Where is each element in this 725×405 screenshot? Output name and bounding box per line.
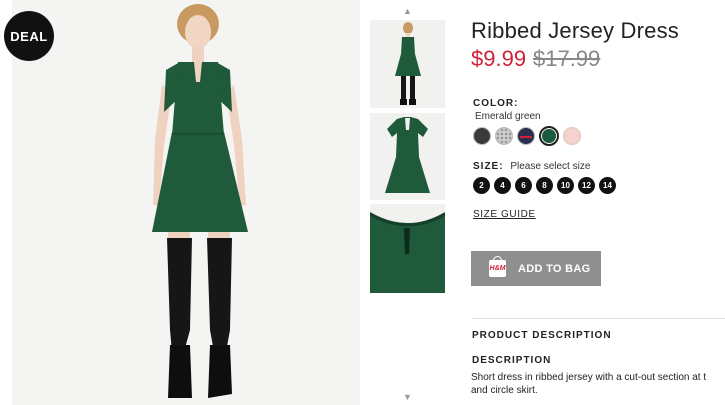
size-guide-link[interactable]: SIZE GUIDE (473, 209, 536, 220)
chevron-down-icon[interactable]: ▼ (369, 392, 446, 402)
thumbnail-model-image (395, 22, 421, 105)
thumbnail-flat-dress-image (385, 117, 430, 193)
size-option-14[interactable]: 14 (599, 177, 616, 194)
color-swatches (473, 126, 581, 147)
thumbnail-detail[interactable] (370, 204, 445, 293)
deal-badge: DEAL (4, 11, 54, 61)
size-label: SIZE: (473, 161, 504, 172)
thumbnail-model[interactable] (370, 20, 445, 108)
shopping-bag-icon: H&M (489, 256, 506, 277)
size-option-6[interactable]: 6 (515, 177, 532, 194)
thumbnail-strip: ▲ ▼ (369, 0, 446, 405)
add-to-bag-button[interactable]: H&M ADD TO BAG (471, 251, 601, 286)
swatch-light-pink[interactable] (563, 127, 581, 145)
size-option-12[interactable]: 12 (578, 177, 595, 194)
section-divider (471, 318, 725, 319)
selected-color-name: Emerald green (475, 111, 541, 122)
size-row: SIZE: Please select size (473, 161, 590, 172)
product-info-panel: Ribbed Jersey Dress $9.99 $17.99 COLOR: … (471, 0, 725, 405)
add-to-bag-label: ADD TO BAG (518, 262, 591, 275)
size-option-4[interactable]: 4 (494, 177, 511, 194)
swatch-dark-grey[interactable] (473, 127, 491, 145)
description-text: Short dress in ribbed jersey with a cut-… (471, 371, 725, 397)
bag-icon-logo: H&M (489, 265, 506, 272)
size-option-8[interactable]: 8 (536, 177, 553, 194)
size-option-2[interactable]: 2 (473, 177, 490, 194)
color-label: COLOR: (473, 98, 519, 109)
product-main-image[interactable] (12, 0, 360, 405)
description-line: Short dress in ribbed jersey with a cut-… (471, 372, 707, 383)
chevron-up-icon[interactable]: ▲ (369, 6, 446, 16)
swatch-emerald-green[interactable] (539, 126, 559, 146)
size-hint: Please select size (510, 161, 591, 172)
product-title: Ribbed Jersey Dress (471, 18, 679, 43)
swatch-grey-pattern[interactable] (495, 127, 513, 145)
model-photo (12, 0, 360, 405)
thumbnail-detail-image (370, 204, 445, 293)
description-subheading: DESCRIPTION (472, 355, 552, 366)
product-description-heading[interactable]: PRODUCT DESCRIPTION (472, 330, 612, 341)
size-options: 2 4 6 8 10 12 14 (473, 177, 616, 194)
swatch-navy-stripe[interactable] (517, 127, 535, 145)
size-option-10[interactable]: 10 (557, 177, 574, 194)
sale-price: $9.99 (471, 46, 527, 71)
original-price: $17.99 (533, 46, 601, 71)
description-line: and circle skirt. (471, 385, 538, 396)
thumbnail-flat-dress[interactable] (370, 113, 445, 200)
